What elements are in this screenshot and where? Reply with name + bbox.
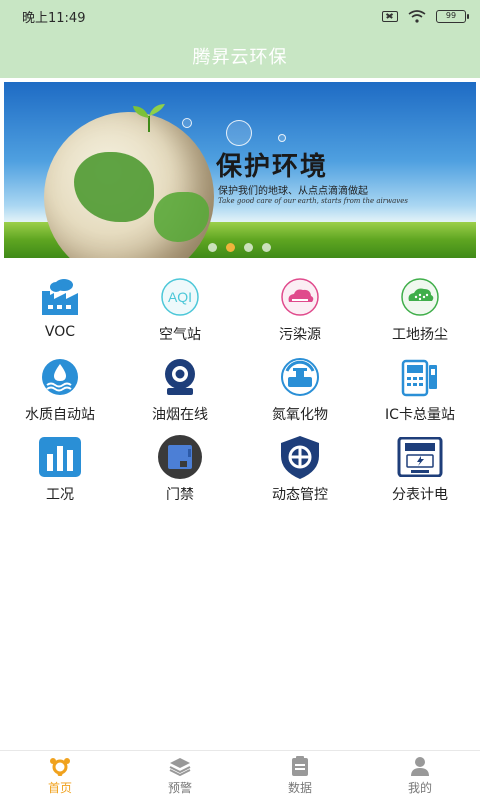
module-label: 污染源 bbox=[279, 327, 321, 343]
sprout-icon bbox=[133, 104, 165, 132]
bottom-nav: 首页 预警 数据 我的 bbox=[0, 750, 480, 800]
module-fume-online[interactable]: 油烟在线 bbox=[120, 350, 240, 430]
electric-meter-icon bbox=[394, 436, 446, 478]
carousel-dot[interactable] bbox=[208, 243, 217, 252]
clipboard-icon bbox=[289, 755, 311, 776]
module-label: 油烟在线 bbox=[152, 407, 208, 423]
nox-valve-icon bbox=[274, 356, 326, 398]
water-drop-icon bbox=[34, 356, 86, 398]
app-header: 腾昇云环保 bbox=[0, 33, 480, 78]
status-bar: 晚上11:49 99 bbox=[0, 0, 480, 33]
module-voc[interactable]: VOC bbox=[0, 270, 120, 350]
app-title: 腾昇云环保 bbox=[192, 46, 288, 68]
module-construction-dust[interactable]: 工地扬尘 bbox=[360, 270, 480, 350]
banner-headline: 保护环境 bbox=[216, 152, 329, 182]
carousel-dot[interactable] bbox=[262, 243, 271, 252]
module-work-condition[interactable]: 工况 bbox=[0, 430, 120, 510]
construction-dust-icon bbox=[394, 276, 446, 318]
aqi-icon: AQI bbox=[154, 276, 206, 318]
module-ic-card[interactable]: IC卡总量站 bbox=[360, 350, 480, 430]
banner-english: Take good care of our earth, starts from… bbox=[218, 197, 408, 205]
module-label: IC卡总量站 bbox=[385, 407, 455, 423]
factory-icon bbox=[34, 276, 86, 318]
bubble-decoration bbox=[226, 120, 252, 146]
module-nox[interactable]: 氮氧化物 bbox=[240, 350, 360, 430]
nav-data-label: 数据 bbox=[287, 780, 312, 795]
module-label: 氮氧化物 bbox=[272, 407, 328, 423]
carousel-dot-active[interactable] bbox=[226, 243, 235, 252]
module-label: 动态管控 bbox=[272, 487, 328, 503]
no-sim-icon bbox=[382, 11, 398, 22]
ic-card-icon bbox=[394, 356, 446, 398]
nav-home[interactable]: 首页 bbox=[0, 751, 120, 800]
layers-icon bbox=[169, 756, 191, 776]
module-label: 水质自动站 bbox=[25, 407, 95, 423]
access-control-icon bbox=[154, 435, 206, 479]
battery-icon: 99 bbox=[436, 10, 469, 23]
bar-chart-icon bbox=[34, 436, 86, 478]
bubble-decoration bbox=[278, 134, 286, 142]
nav-mine[interactable]: 我的 bbox=[360, 751, 480, 800]
module-access-control[interactable]: 门禁 bbox=[120, 430, 240, 510]
bubble-decoration bbox=[182, 118, 192, 128]
nav-warning[interactable]: 预警 bbox=[120, 751, 240, 800]
nav-warning-label: 预警 bbox=[167, 780, 192, 795]
nav-mine-label: 我的 bbox=[407, 780, 432, 795]
module-water-quality[interactable]: 水质自动站 bbox=[0, 350, 120, 430]
module-grid: VOC AQI 空气站 污染源 工地扬尘 水质自动站 油烟在线 氮氧化物 IC卡… bbox=[0, 270, 480, 510]
module-dynamic-control[interactable]: 动态管控 bbox=[240, 430, 360, 510]
carousel-indicator bbox=[208, 243, 271, 252]
module-label: 门禁 bbox=[166, 487, 194, 503]
module-pollution-source[interactable]: 污染源 bbox=[240, 270, 360, 350]
carousel-dot[interactable] bbox=[244, 243, 253, 252]
module-electric-meter[interactable]: 分表计电 bbox=[360, 430, 480, 510]
module-label: 工地扬尘 bbox=[392, 327, 448, 343]
banner-subline: 保护我们的地球、从点点滴滴做起 bbox=[218, 186, 368, 197]
status-time: 晚上11:49 bbox=[22, 11, 86, 26]
pollution-cloud-icon bbox=[274, 276, 326, 318]
wifi-icon bbox=[408, 10, 426, 23]
fume-camera-icon bbox=[154, 356, 206, 398]
banner-carousel[interactable]: 保护环境 保护我们的地球、从点点滴滴做起 Take good care of o… bbox=[4, 82, 476, 258]
nav-data[interactable]: 数据 bbox=[240, 751, 360, 800]
module-air-station[interactable]: AQI 空气站 bbox=[120, 270, 240, 350]
shield-icon bbox=[274, 436, 326, 479]
home-icon bbox=[49, 756, 71, 776]
module-label: VOC bbox=[44, 324, 76, 340]
module-label: 分表计电 bbox=[392, 487, 448, 503]
module-label: 工况 bbox=[46, 487, 74, 503]
status-icons: 99 bbox=[382, 10, 469, 23]
user-icon bbox=[409, 756, 431, 776]
svg-text:AQI: AQI bbox=[168, 289, 192, 305]
nav-home-label: 首页 bbox=[47, 780, 72, 795]
module-label: 空气站 bbox=[159, 327, 201, 343]
